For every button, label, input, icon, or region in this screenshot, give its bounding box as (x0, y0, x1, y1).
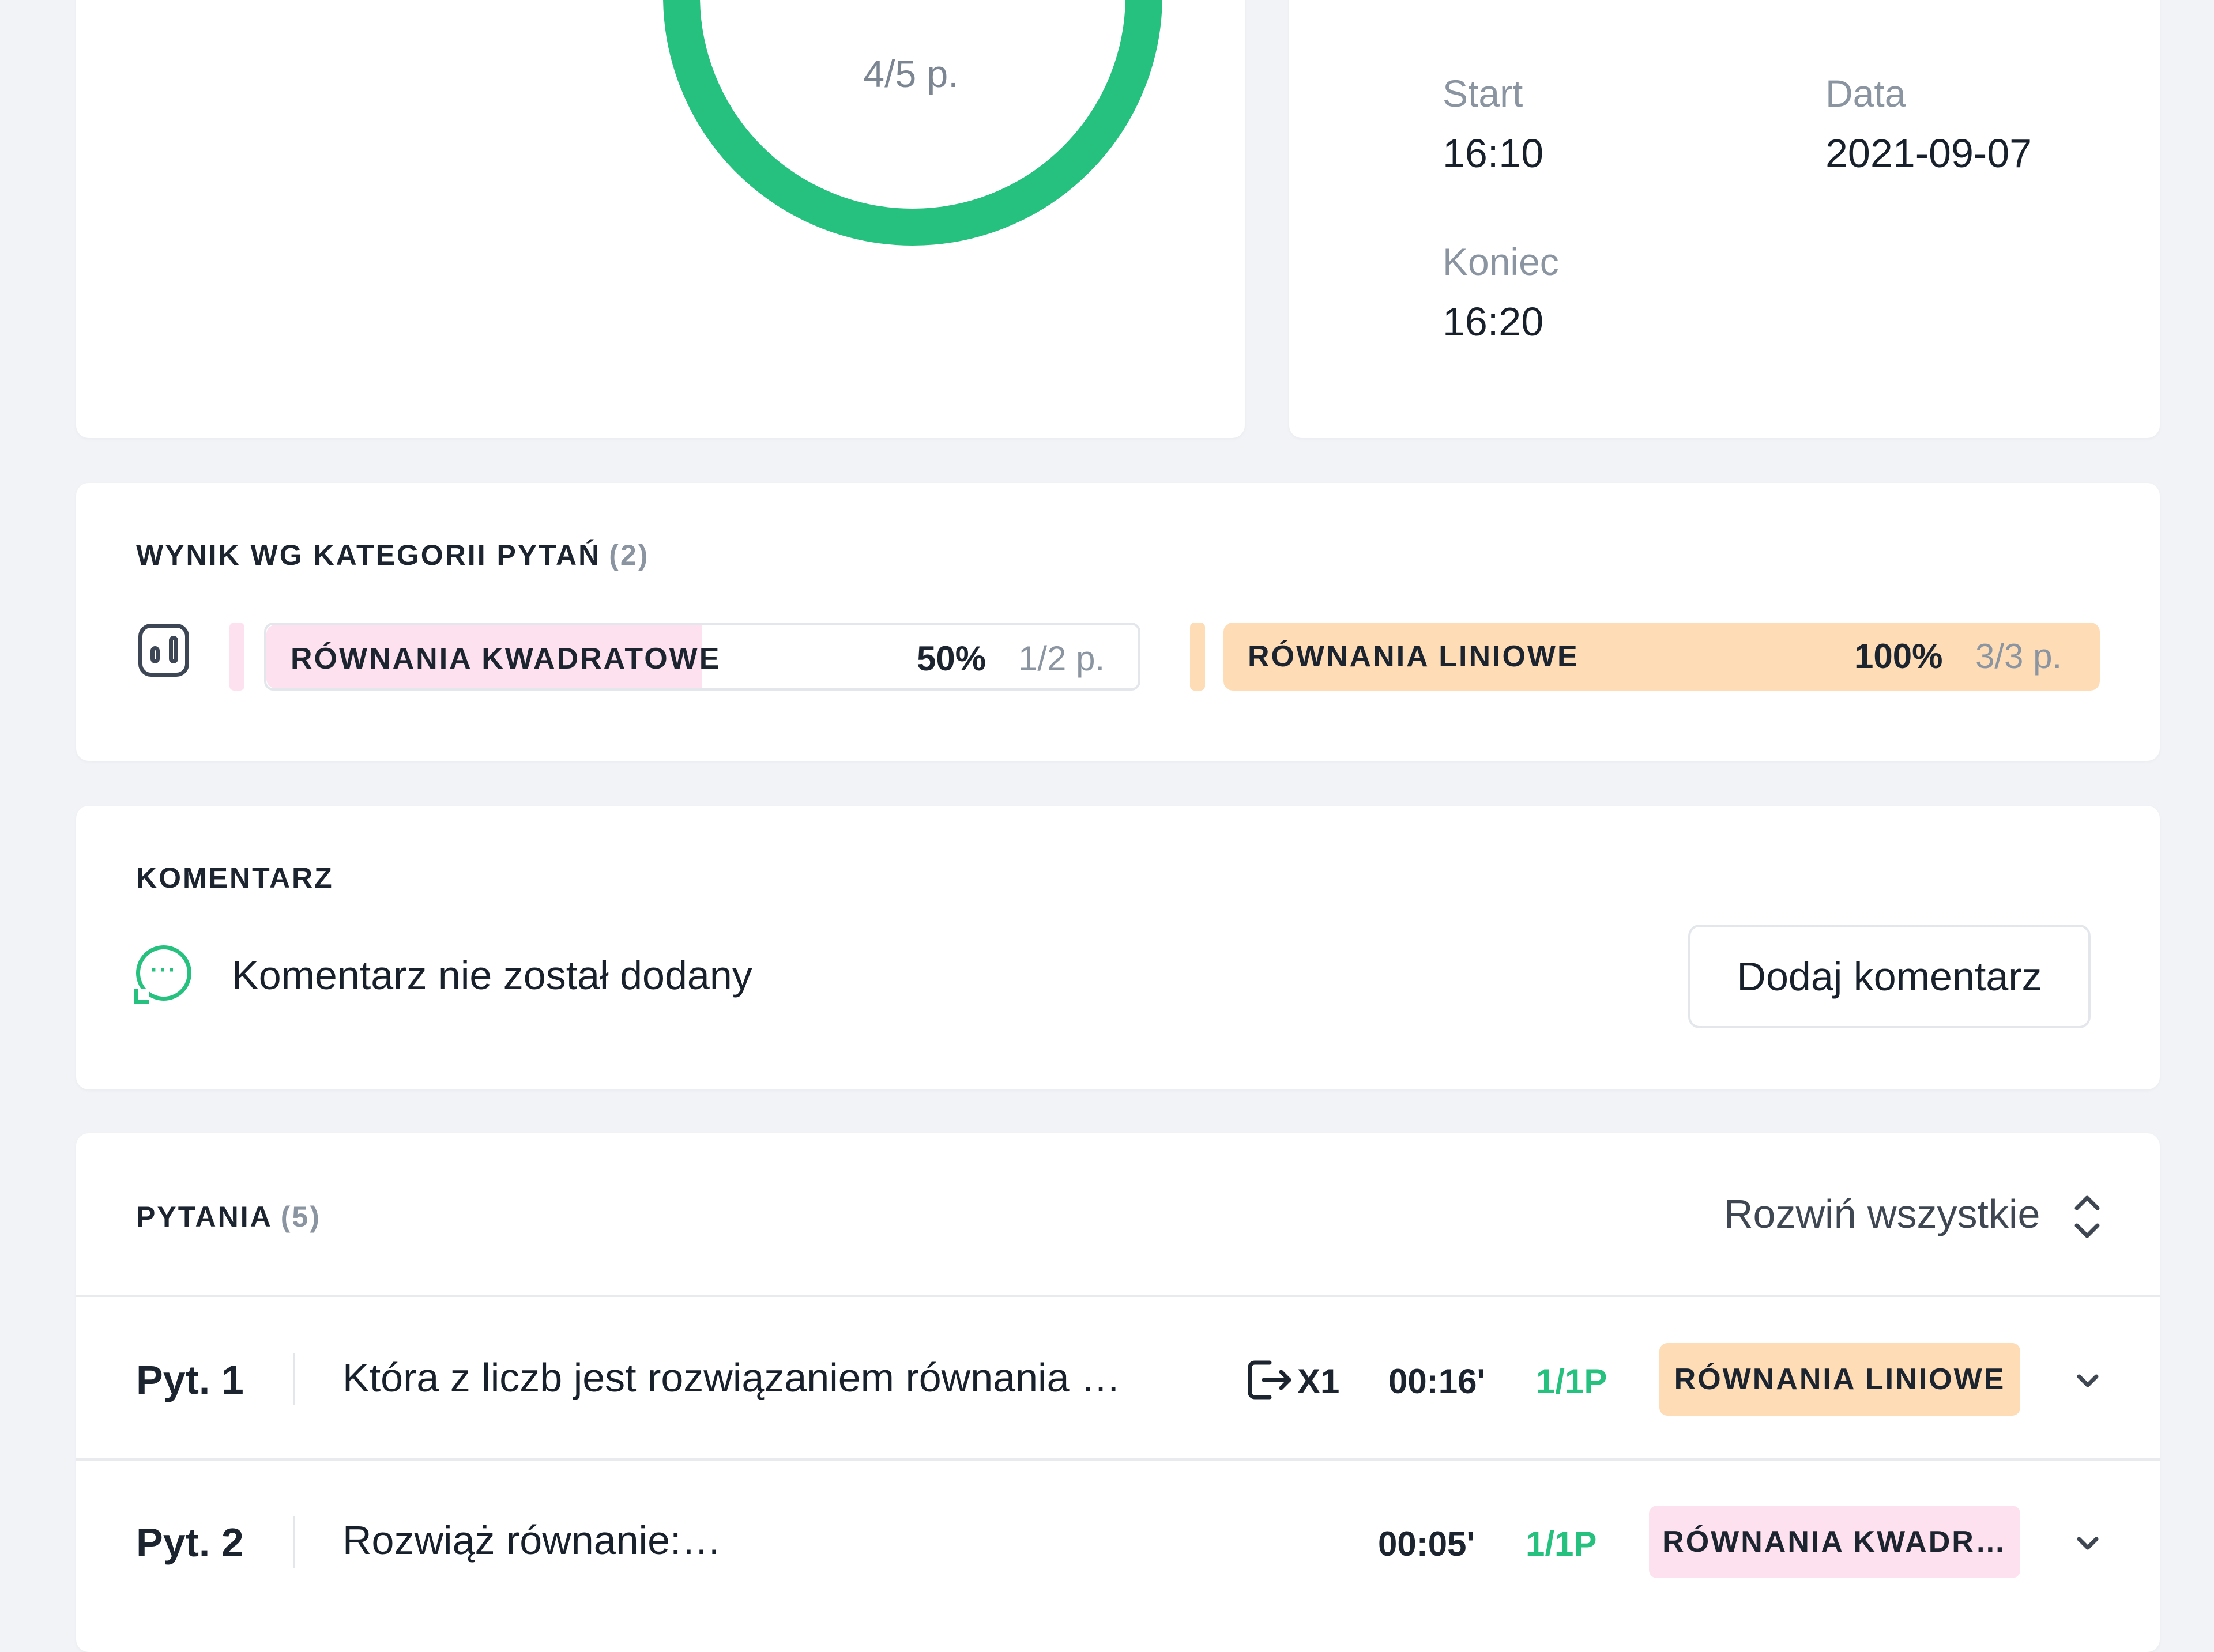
category-count: (2) (609, 539, 650, 571)
category-name: RÓWNANIA KWADRATOWE (291, 642, 721, 676)
category-section-title: WYNIK WG KATEGORII PYTAŃ (2) (136, 538, 649, 572)
expand-all-button[interactable]: Rozwiń wszystkie (1724, 1191, 2040, 1237)
category-bar-kwadratowe: RÓWNANIA KWADRATOWE 50% 1/2 p. (264, 623, 1140, 691)
divider (76, 1295, 2160, 1297)
question-text[interactable]: Która z liczb jest rozwiązaniem równania… (342, 1355, 1121, 1401)
category-points: 3/3 p. (1975, 637, 2062, 676)
category-points: 1/2 p. (1018, 639, 1105, 678)
divider (76, 1458, 2160, 1461)
expand-collapse-icon[interactable] (2071, 1191, 2103, 1243)
questions-section-title-text: PYTANIA (136, 1201, 273, 1233)
question-category-badge: RÓWNANIA KWADR… (1649, 1506, 2020, 1578)
question-attempts: X1 (1297, 1362, 1340, 1401)
end-value: 16:20 (1443, 299, 1544, 344)
question-points: 1/1P (1526, 1525, 1597, 1563)
add-comment-button[interactable]: Dodaj komentarz (1688, 925, 2091, 1028)
question-time: 00:16' (1388, 1362, 1485, 1401)
category-percent: 100% (1854, 637, 1943, 676)
chevron-down-icon[interactable] (2073, 1370, 2102, 1393)
comment-section-title: KOMENTARZ (136, 862, 334, 894)
category-marker-liniowe (1190, 623, 1205, 691)
question-category-badge: RÓWNANIA LINIOWE (1659, 1343, 2020, 1416)
score-text: 4/5 p. (863, 52, 959, 95)
date-value: 2021-09-07 (1825, 131, 2032, 176)
date-label: Data (1825, 72, 1906, 115)
category-percent: 50% (917, 639, 986, 678)
question-time: 00:05' (1378, 1525, 1475, 1563)
questions-section-title: PYTANIA (5) (136, 1200, 321, 1234)
question-separator (293, 1516, 295, 1568)
category-name: RÓWNANIA LINIOWE (1248, 640, 1579, 673)
chevron-down-icon[interactable] (2073, 1532, 2102, 1555)
comment-empty-text: Komentarz nie został dodany (232, 953, 752, 998)
category-marker-kwadratowe (229, 623, 244, 691)
chat-bubble-icon: ··· (134, 945, 191, 1004)
start-value: 16:10 (1443, 131, 1544, 176)
question-number: Pyt. 2 (136, 1520, 244, 1565)
question-text[interactable]: Rozwiąż równanie:… (342, 1517, 721, 1563)
category-bar-liniowe: RÓWNANIA LINIOWE 100% 3/3 p. (1223, 623, 2100, 691)
end-label: Koniec (1443, 240, 1559, 283)
start-label: Start (1443, 72, 1523, 115)
questions-count: (5) (280, 1201, 321, 1233)
session-time-card (1289, 0, 2160, 438)
category-results-card (76, 483, 2160, 761)
question-separator (293, 1353, 295, 1405)
category-section-title-text: WYNIK WG KATEGORII PYTAŃ (136, 539, 601, 571)
exit-icon (1248, 1360, 1292, 1400)
bar-chart-icon[interactable] (138, 624, 189, 677)
question-points: 1/1P (1536, 1362, 1607, 1401)
question-number: Pyt. 1 (136, 1357, 244, 1402)
